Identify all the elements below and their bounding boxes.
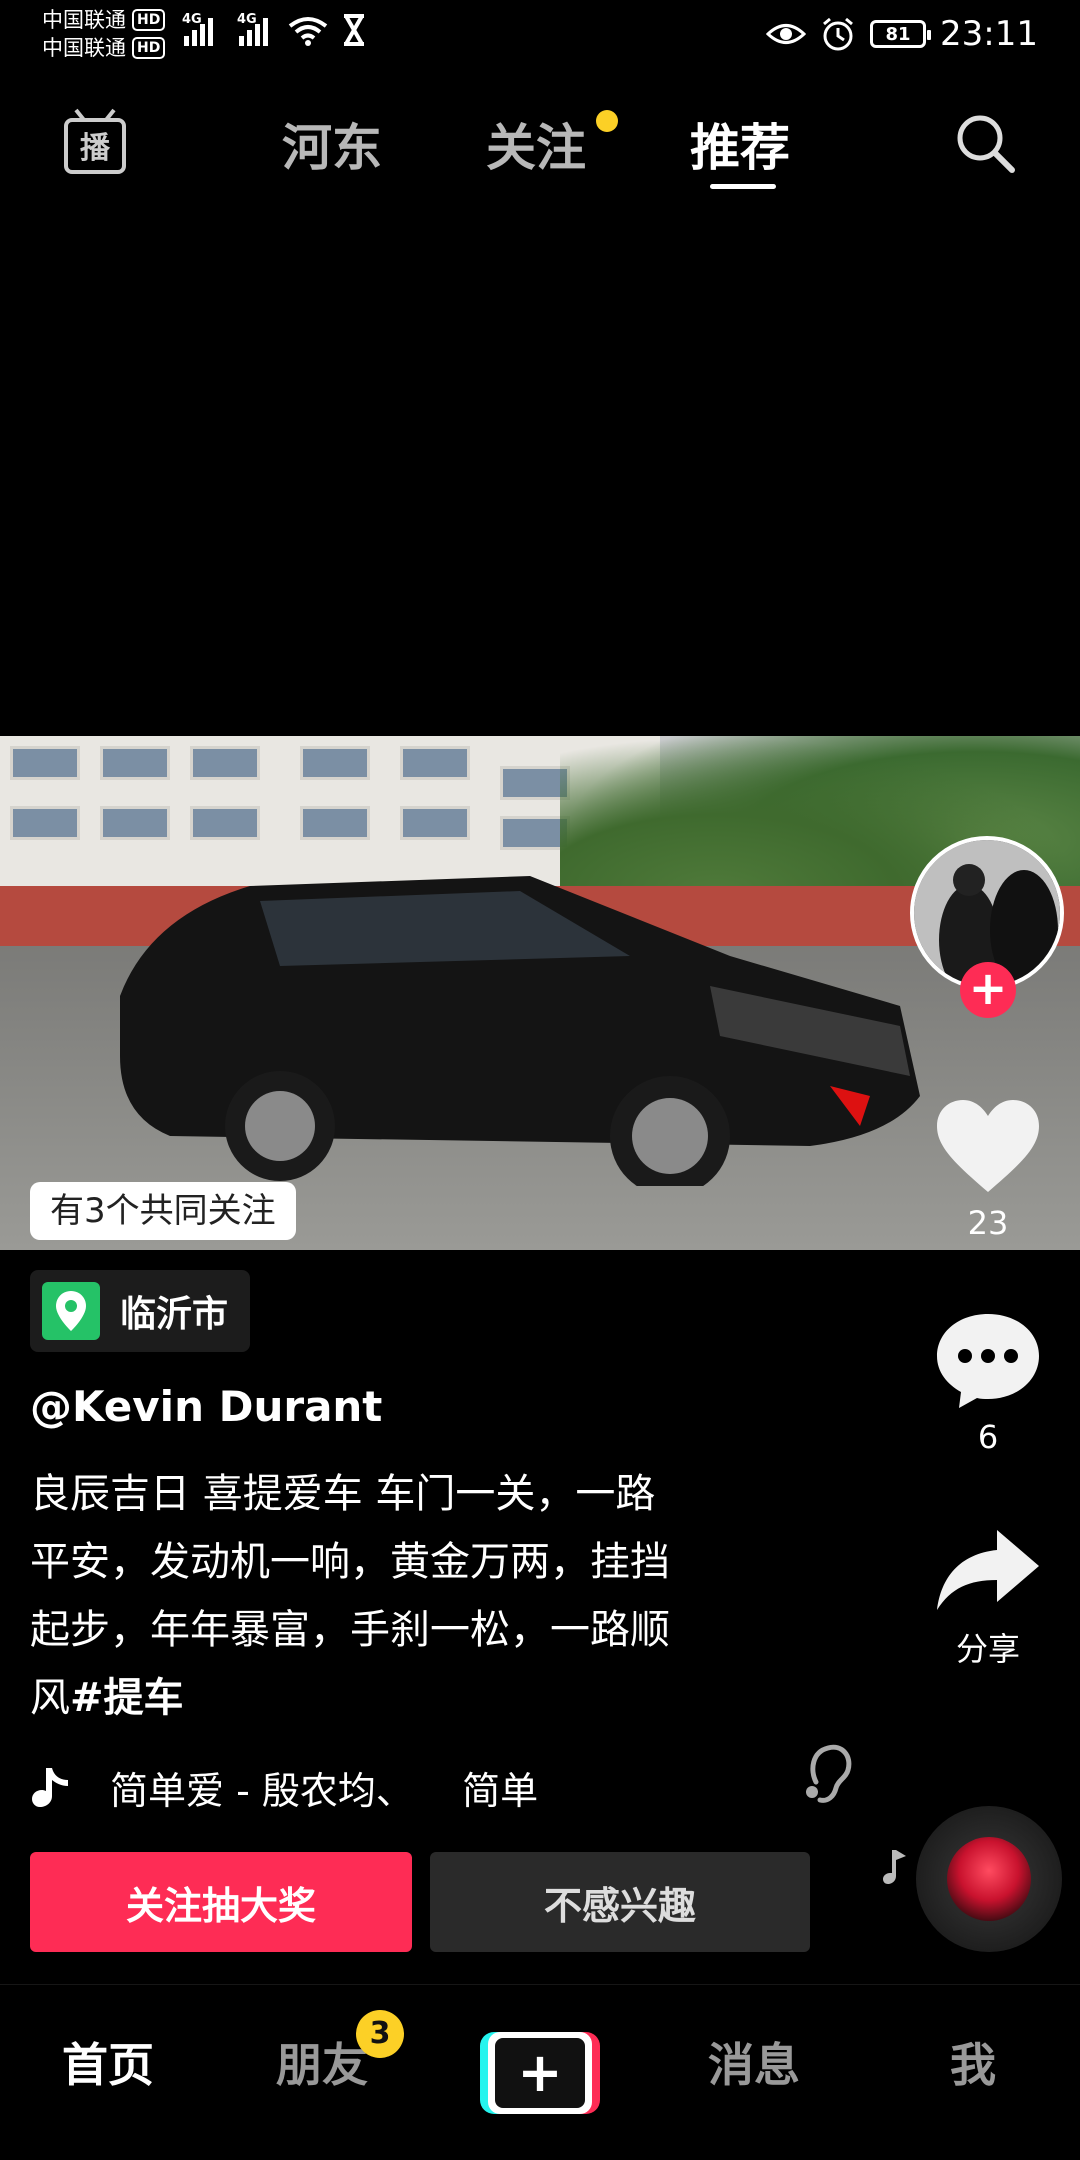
status-right: 81 23:11 [766,14,1038,54]
location-text: 临沂市 [120,1294,229,1335]
tab-following[interactable]: 关注 [486,108,586,180]
music-row[interactable]: 简单爱 - 殷农均、 简单 [30,1760,850,1815]
search-icon[interactable] [952,110,1018,176]
comment-button[interactable]: 6 [928,1310,1048,1456]
signal-icon: 4G [182,12,213,46]
alarm-icon [823,17,853,51]
caption-line: 良辰吉日 喜提爱车 车门一关，一路 [30,1471,656,1517]
wifi-icon [288,17,328,46]
nav-home[interactable]: 首页 [62,2029,154,2095]
carrier-info: 中国联通 HD 中国联通 HD [42,6,166,62]
comment-count: 6 [977,1418,999,1456]
nav-me[interactable]: 我 [950,2029,996,2095]
signal-icons: 4G 4G [182,12,366,46]
tiktok-note-icon [32,1767,68,1807]
hd-badge: HD [132,9,166,31]
post-caption: 良辰吉日 喜提爱车 车门一关，一路 平安，发动机一响，黄金万两，挂挡 起步，年年… [30,1460,770,1732]
car-image [120,876,920,1186]
svg-text:播: 播 [80,131,111,166]
hourglass-icon [344,14,364,46]
heart-icon [937,1100,1039,1192]
share-button[interactable]: 分享 [928,1526,1048,1670]
active-tab-indicator [710,184,776,189]
plus-icon: + [495,2038,585,2108]
floating-note-icon [883,1850,906,1884]
hashtag-link[interactable]: #提车 [70,1675,184,1721]
live-icon[interactable]: 播 [62,106,128,176]
tab-hedong[interactable]: 河东 [282,108,382,180]
album-cover [947,1837,1031,1921]
share-icon [937,1530,1039,1610]
following-dot-badge [596,110,618,132]
follow-draw-button[interactable]: 关注抽大奖 [30,1852,412,1952]
follow-plus-button[interactable]: + [960,962,1016,1018]
friends-count-badge: 3 [356,2010,404,2058]
like-button[interactable]: 23 [928,1096,1048,1242]
nav-messages[interactable]: 消息 [708,2029,800,2095]
mutual-follow-badge[interactable]: 有3个共同关注 [30,1182,296,1240]
eye-icon [766,24,807,44]
signal-icon: 4G [237,12,268,46]
carrier-1: 中国联通 [42,8,126,32]
network-type: 4G [182,12,202,27]
caption-line: 风#提车 [30,1664,770,1732]
like-count: 23 [967,1204,1009,1242]
nav-friends[interactable]: 朋友 [276,2029,368,2095]
share-label: 分享 [955,1630,1020,1668]
music-title: 简单爱 - 殷农均、 简单 [110,1769,539,1813]
caption-line: 起步，年年暴富，手刹一松，一路顺 [30,1607,670,1653]
author-name[interactable]: @Kevin Durant [30,1382,382,1431]
carrier-2: 中国联通 [42,36,126,60]
comment-icon [937,1314,1039,1408]
top-nav: 播 河东 关注 推荐 [0,96,1080,192]
caption-line: 平安，发动机一响，黄金万两，挂挡 [30,1539,670,1585]
status-bar: 中国联通 HD 中国联通 HD 4G 4G 81 23:11 [0,0,1080,72]
tab-recommended[interactable]: 推荐 [690,108,790,180]
location-pin-icon [42,1282,100,1340]
battery-indicator: 81 [870,20,932,48]
not-interested-button[interactable]: 不感兴趣 [430,1852,810,1952]
hd-badge: HD [132,37,166,59]
caption-last: 风 [30,1675,70,1721]
create-button[interactable]: + [480,2032,600,2114]
clock: 23:11 [940,14,1038,54]
network-type: 4G [237,12,257,27]
ear-icon[interactable] [800,1742,856,1806]
music-disc[interactable] [916,1806,1062,1952]
video-player[interactable]: 有3个共同关注 [0,736,1080,1250]
location-chip[interactable]: 临沂市 [30,1270,251,1352]
